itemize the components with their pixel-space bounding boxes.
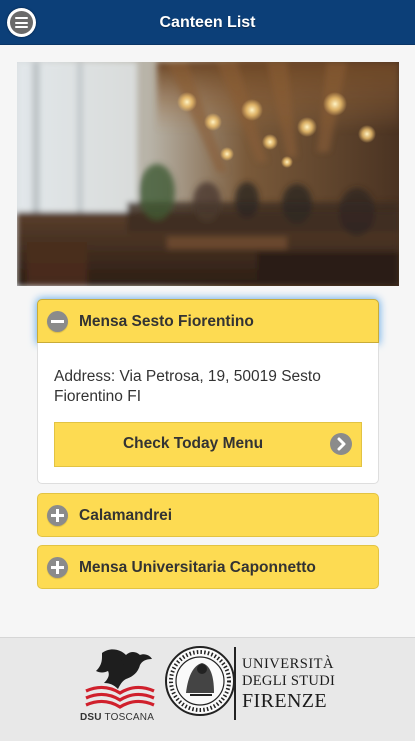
canteen-name: Mensa Sesto Fiorentino [79,313,254,330]
app-header: Canteen List [0,0,415,45]
dsu-toscana-wordmark: DSU TOSCANA [80,712,155,723]
dsu-toscana-logo [85,649,155,709]
canteen-header-calamandrei[interactable]: Calamandrei [37,493,379,537]
logo-divider [234,647,236,720]
unifi-wordmark: UNIVERSITÀ DEGLI STUDI FIRENZE [242,656,336,712]
canteen-name: Mensa Universitaria Caponnetto [79,559,316,576]
canteen-item: Mensa Universitaria Caponnetto [37,545,379,589]
check-today-menu-button[interactable]: Check Today Menu [54,422,362,467]
canteen-item: Calamandrei [37,493,379,537]
page-title: Canteen List [159,14,256,31]
plus-icon [47,505,68,526]
canteen-item: Mensa Sesto Fiorentino Address: Via Petr… [37,299,379,484]
canteen-header-mensa-universitaria-caponnetto[interactable]: Mensa Universitaria Caponnetto [37,545,379,589]
plus-icon [47,557,68,578]
unifi-seal-logo [165,646,235,716]
canteen-name: Calamandrei [79,507,173,524]
canteen-header-mensa-sesto-fiorentino[interactable]: Mensa Sesto Fiorentino [37,299,379,343]
canteen-address: Address: Via Petrosa, 19, 50019 Sesto Fi… [54,368,321,405]
chevron-right-icon [330,433,352,455]
canteen-hero-image [17,62,399,286]
minus-icon [47,311,68,332]
check-today-menu-label: Check Today Menu [122,435,264,452]
canteen-details: Address: Via Petrosa, 19, 50019 Sesto Fi… [37,343,379,484]
